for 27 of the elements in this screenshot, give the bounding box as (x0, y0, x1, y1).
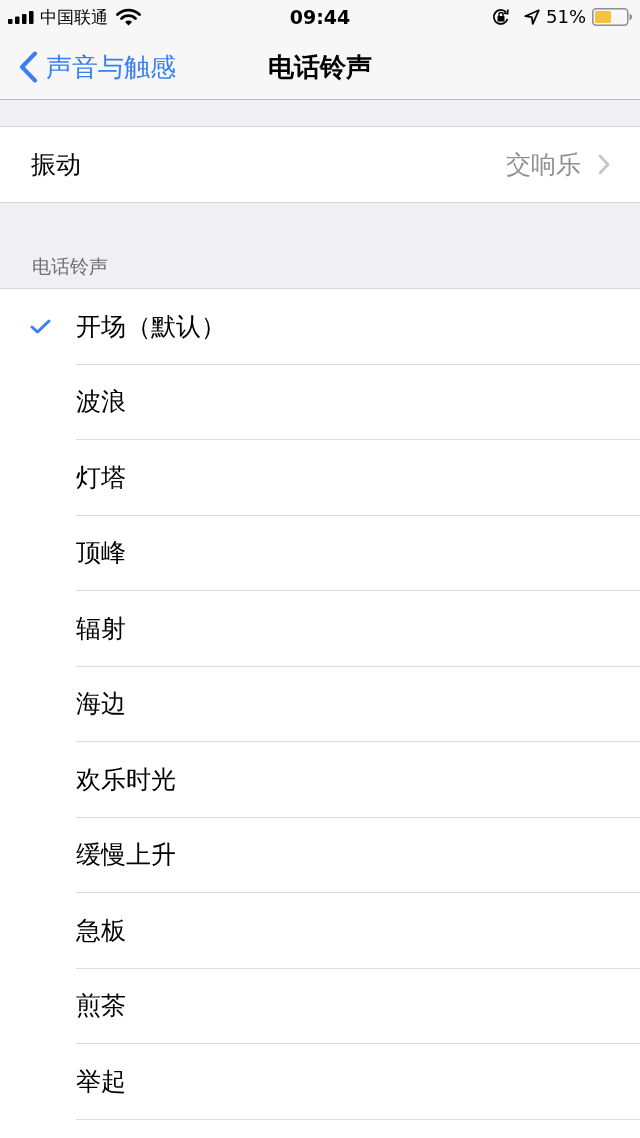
ringtone-item[interactable]: 辐射 (0, 591, 640, 667)
location-arrow-icon (524, 9, 540, 25)
setting-label: 振动 (31, 148, 82, 181)
status-time: 09:44 (289, 6, 351, 28)
section-header: 电话铃声 (32, 254, 108, 278)
battery-icon (592, 8, 632, 26)
ringtone-item[interactable]: 举起 (0, 1044, 640, 1120)
ringtone-item[interactable]: 顶峰 (0, 515, 640, 591)
orientation-lock-icon (492, 8, 510, 26)
back-chevron-icon (19, 50, 38, 83)
ringtone-item[interactable]: 缓慢上升 (0, 817, 640, 893)
setting-value: 交响乐 (506, 148, 581, 181)
ringtone-item[interactable]: 煎茶 (0, 968, 640, 1044)
ringtone-item[interactable]: 欢乐时光 (0, 742, 640, 818)
wifi-icon (116, 8, 141, 26)
back-button[interactable]: 声音与触感 (0, 49, 176, 84)
battery-percentage: 51% (546, 6, 586, 28)
ringtone-item[interactable]: 海边 (0, 666, 640, 742)
ringtone-item[interactable]: 开场（默认） (0, 289, 640, 365)
nav-title: 电话铃声 (268, 50, 372, 84)
ringtone-item[interactable]: 灯塔 (0, 440, 640, 516)
ringtone-item[interactable]: 急板 (0, 893, 640, 969)
chevron-icon (598, 154, 610, 175)
settings-row[interactable]: 振动 交响乐 (0, 127, 640, 202)
ringtone-item[interactable]: 波浪 (0, 364, 640, 440)
signal-icon (8, 10, 34, 24)
carrier-name: 中国联通 (40, 7, 108, 27)
